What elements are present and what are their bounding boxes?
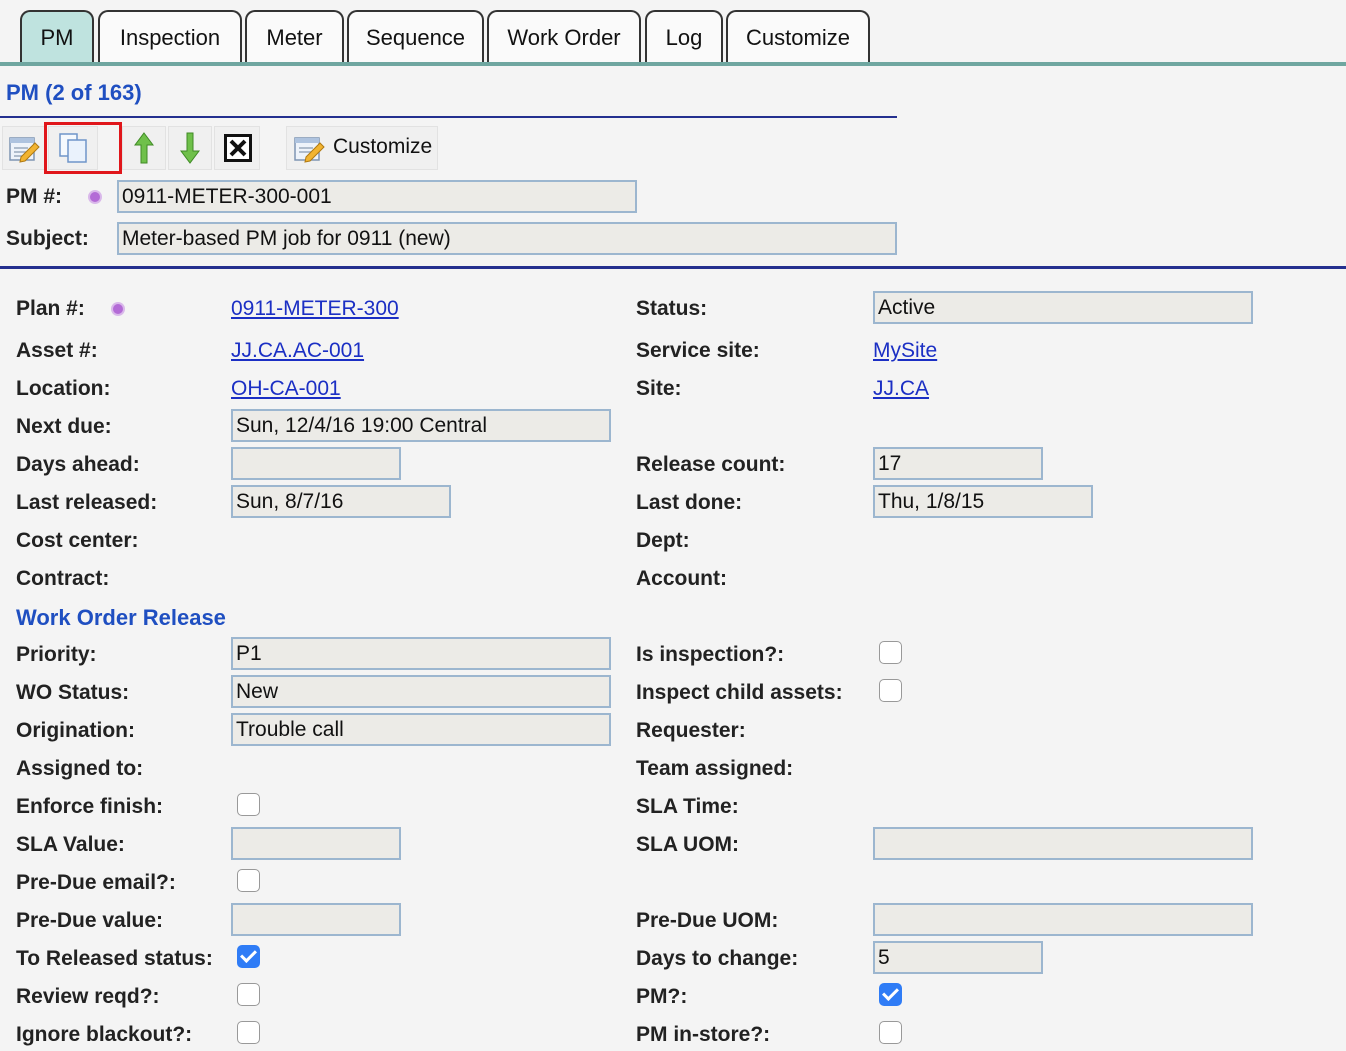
customize-icon	[293, 133, 325, 163]
release-count-label: Release count:	[636, 453, 786, 476]
enforce-finish-label: Enforce finish:	[16, 795, 164, 818]
tab-inspection[interactable]: Inspection	[98, 10, 242, 62]
move-up-icon	[133, 131, 155, 165]
is-inspection-checkbox[interactable]	[879, 641, 902, 664]
origination-field[interactable]: Trouble call	[231, 713, 611, 746]
location-link[interactable]: OH-CA-001	[231, 377, 341, 401]
section-divider	[0, 266, 1346, 269]
asset-label: Asset #:	[16, 339, 98, 362]
release-count-field[interactable]: 17	[873, 447, 1043, 480]
title-divider	[0, 116, 897, 118]
priority-field[interactable]: P1	[231, 637, 611, 670]
edit-button[interactable]	[2, 126, 46, 170]
last-done-label: Last done:	[636, 491, 743, 514]
pre-due-uom-label: Pre-Due UOM:	[636, 909, 779, 932]
sla-time-label: SLA Time:	[636, 795, 739, 818]
plan-link[interactable]: 0911-METER-300	[231, 297, 399, 321]
service-site-link[interactable]: MySite	[873, 339, 937, 363]
days-ahead-field[interactable]	[231, 447, 401, 480]
days-to-change-label: Days to change:	[636, 947, 799, 970]
sla-value-label: SLA Value:	[16, 833, 125, 856]
page-title: PM (2 of 163)	[6, 80, 142, 105]
next-due-field[interactable]: Sun, 12/4/16 19:00 Central	[231, 409, 611, 442]
tab-bar: PM Inspection Meter Sequence Work Order …	[0, 0, 1346, 66]
asset-link[interactable]: JJ.CA.AC-001	[231, 339, 364, 363]
account-label: Account:	[636, 567, 727, 590]
sla-value-field[interactable]	[231, 827, 401, 860]
pm-flag-checkbox[interactable]	[879, 983, 902, 1006]
sla-uom-label: SLA UOM:	[636, 833, 740, 856]
to-released-status-label: To Released status:	[16, 947, 213, 970]
last-released-field[interactable]: Sun, 8/7/16	[231, 485, 451, 518]
wo-status-field[interactable]: New	[231, 675, 611, 708]
review-reqd-label: Review reqd?:	[16, 985, 160, 1008]
ignore-blackout-label: Ignore blackout?:	[16, 1023, 193, 1046]
dept-label: Dept:	[636, 529, 690, 552]
last-released-label: Last released:	[16, 491, 158, 514]
next-due-label: Next due:	[16, 415, 112, 438]
contract-label: Contract:	[16, 567, 110, 590]
enforce-finish-checkbox[interactable]	[237, 793, 260, 816]
days-ahead-label: Days ahead:	[16, 453, 140, 476]
tab-work-order[interactable]: Work Order	[487, 10, 641, 62]
service-site-label: Service site:	[636, 339, 760, 362]
pre-due-email-label: Pre-Due email?:	[16, 871, 176, 894]
tab-baseline	[0, 62, 1346, 66]
status-field[interactable]: Active	[873, 291, 1253, 324]
pm-number-field[interactable]: 0911-METER-300-001	[117, 180, 637, 213]
move-down-icon	[179, 131, 201, 165]
tab-customize[interactable]: Customize	[726, 10, 870, 62]
location-label: Location:	[16, 377, 111, 400]
pm-in-store-checkbox[interactable]	[879, 1021, 902, 1044]
copy-button-highlight	[44, 122, 122, 174]
pre-due-uom-field[interactable]	[873, 903, 1253, 936]
assigned-to-label: Assigned to:	[16, 757, 144, 780]
wo-status-label: WO Status:	[16, 681, 130, 704]
customize-label: Customize	[333, 135, 433, 158]
sla-uom-field[interactable]	[873, 827, 1253, 860]
customize-button[interactable]: Customize	[286, 126, 438, 170]
tab-pm[interactable]: PM	[20, 10, 94, 62]
pm-number-label: PM #:	[6, 185, 63, 208]
to-released-status-checkbox[interactable]	[237, 945, 260, 968]
pm-in-store-label: PM in-store?:	[636, 1023, 771, 1046]
required-indicator-icon	[90, 192, 100, 202]
review-reqd-checkbox[interactable]	[237, 983, 260, 1006]
pre-due-value-label: Pre-Due value:	[16, 909, 164, 932]
subject-field[interactable]: Meter-based PM job for 0911 (new)	[117, 222, 897, 255]
last-done-field[interactable]: Thu, 1/8/15	[873, 485, 1093, 518]
pm-flag-label: PM?:	[636, 985, 688, 1008]
required-indicator-icon	[113, 304, 123, 314]
tab-sequence[interactable]: Sequence	[347, 10, 484, 62]
work-order-release-heading: Work Order Release	[16, 605, 226, 630]
origination-label: Origination:	[16, 719, 135, 742]
team-assigned-label: Team assigned:	[636, 757, 794, 780]
inspect-child-assets-label: Inspect child assets:	[636, 681, 843, 704]
inspect-child-assets-checkbox[interactable]	[879, 679, 902, 702]
delete-button[interactable]	[214, 126, 260, 170]
ignore-blackout-checkbox[interactable]	[237, 1021, 260, 1044]
move-down-button[interactable]	[168, 126, 212, 170]
tab-meter[interactable]: Meter	[245, 10, 344, 62]
days-to-change-field[interactable]: 5	[873, 941, 1043, 974]
priority-label: Priority:	[16, 643, 97, 666]
pre-due-value-field[interactable]	[231, 903, 401, 936]
tab-log[interactable]: Log	[645, 10, 723, 62]
site-label: Site:	[636, 377, 682, 400]
is-inspection-label: Is inspection?:	[636, 643, 785, 666]
edit-icon	[8, 133, 40, 163]
cost-center-label: Cost center:	[16, 529, 139, 552]
delete-icon	[224, 134, 252, 162]
site-link[interactable]: JJ.CA	[873, 377, 929, 401]
requester-label: Requester:	[636, 719, 746, 742]
status-label: Status:	[636, 297, 708, 320]
subject-label: Subject:	[6, 227, 89, 250]
pre-due-email-checkbox[interactable]	[237, 869, 260, 892]
plan-label: Plan #:	[16, 297, 85, 320]
move-up-button[interactable]	[122, 126, 166, 170]
